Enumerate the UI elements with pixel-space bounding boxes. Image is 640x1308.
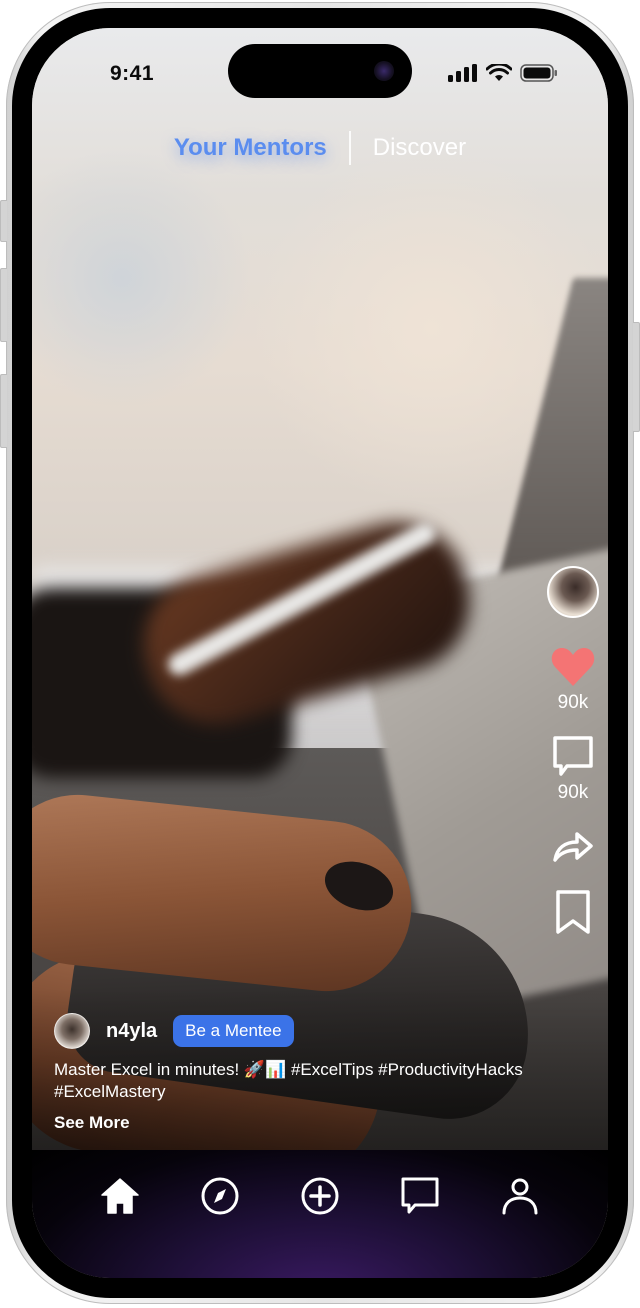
like-count: 90k bbox=[557, 692, 589, 713]
volume-down-button bbox=[0, 374, 7, 448]
tab-discover[interactable]: Discover bbox=[361, 134, 478, 162]
like-action[interactable]: 90k bbox=[550, 646, 596, 714]
home-icon[interactable] bbox=[100, 1176, 140, 1216]
nav-create[interactable] bbox=[298, 1174, 342, 1218]
bookmark-icon[interactable] bbox=[555, 890, 591, 934]
user-icon[interactable] bbox=[500, 1176, 540, 1216]
be-a-mentee-button[interactable]: Be a Mentee bbox=[173, 1015, 294, 1047]
status-icons bbox=[448, 64, 558, 82]
compass-icon[interactable] bbox=[200, 1176, 240, 1216]
author-name[interactable]: n4yla bbox=[106, 1020, 157, 1043]
action-button bbox=[0, 200, 7, 242]
comment-icon[interactable] bbox=[551, 734, 595, 778]
camera-icon bbox=[374, 61, 394, 81]
comment-count: 90k bbox=[557, 782, 589, 803]
dynamic-island bbox=[228, 44, 412, 98]
signal-icon bbox=[448, 64, 477, 82]
wifi-icon bbox=[486, 64, 512, 81]
battery-icon bbox=[520, 64, 557, 82]
tab-your-mentors[interactable]: Your Mentors bbox=[162, 134, 339, 162]
bottom-nav bbox=[32, 1150, 608, 1278]
comment-action[interactable]: 90k bbox=[551, 734, 595, 804]
nav-home[interactable] bbox=[98, 1174, 142, 1218]
status-bar: 9:41 bbox=[32, 28, 608, 118]
screen: 9:41 Your Mentors Discover 90k 90k n4yla… bbox=[32, 28, 608, 1278]
author-row: n4yla Be a Mentee bbox=[54, 1013, 594, 1049]
author-avatar[interactable] bbox=[54, 1013, 90, 1049]
action-rail: 90k 90k bbox=[538, 566, 608, 934]
status-time: 9:41 bbox=[110, 62, 155, 85]
nav-profile[interactable] bbox=[498, 1174, 542, 1218]
feed-tabs: Your Mentors Discover bbox=[32, 128, 608, 168]
nav-messages[interactable] bbox=[398, 1174, 442, 1218]
power-button bbox=[633, 322, 640, 432]
share-action[interactable] bbox=[551, 828, 595, 864]
tab-divider bbox=[348, 131, 351, 165]
volume-up-button bbox=[0, 268, 7, 342]
heart-icon[interactable] bbox=[550, 646, 596, 688]
post-caption: n4yla Be a Mentee Master Excel in minute… bbox=[54, 1013, 594, 1133]
bookmark-action[interactable] bbox=[555, 890, 591, 934]
nav-discover[interactable] bbox=[198, 1174, 242, 1218]
plus-circle-icon[interactable] bbox=[300, 1176, 340, 1216]
message-icon[interactable] bbox=[400, 1176, 440, 1216]
creator-avatar[interactable] bbox=[547, 566, 599, 618]
caption-text: Master Excel in minutes! 🚀📊 #ExcelTips #… bbox=[54, 1060, 523, 1101]
share-icon[interactable] bbox=[551, 828, 595, 864]
see-more-link[interactable]: See More bbox=[54, 1113, 130, 1133]
